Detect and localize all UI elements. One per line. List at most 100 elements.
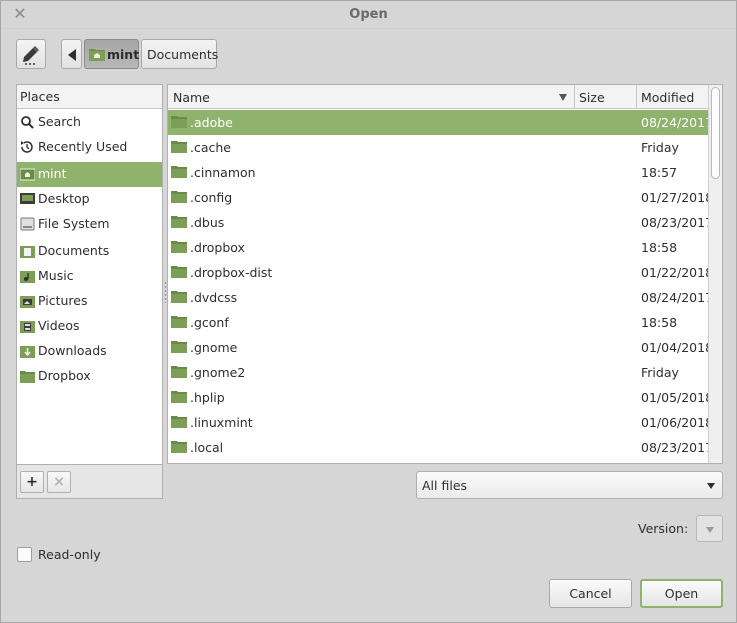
- sidebar-item-label: Search: [38, 114, 81, 129]
- sidebar-item-label: Downloads: [38, 343, 107, 358]
- sidebar-item-music[interactable]: Music: [17, 264, 162, 289]
- table-row[interactable]: .adobe 08/24/2017: [168, 110, 713, 135]
- file-modified: 08/24/2017: [641, 290, 714, 305]
- downloads-folder-icon: [20, 344, 35, 358]
- table-row[interactable]: .config 01/27/2018: [168, 185, 713, 210]
- sidebar-item-label: Desktop: [38, 191, 90, 206]
- pencil-icon: [17, 46, 45, 71]
- sidebar-item-label: Dropbox: [38, 368, 91, 383]
- sidebar-item-recently-used[interactable]: Recently Used: [17, 135, 162, 160]
- folder-icon: [171, 365, 187, 381]
- table-row[interactable]: .dropbox-dist 01/22/2018: [168, 260, 713, 285]
- file-name: .dropbox: [190, 240, 245, 255]
- sidebar-item-documents[interactable]: Documents: [17, 239, 162, 264]
- table-row[interactable]: .dvdcss 08/24/2017: [168, 285, 713, 310]
- file-name: .cache: [190, 140, 231, 155]
- chevron-down-icon: [706, 527, 714, 533]
- table-row[interactable]: .gnome 01/04/2018: [168, 335, 713, 360]
- sidebar-item-search[interactable]: Search: [17, 110, 162, 135]
- file-list-header: Name Size Modified: [168, 85, 708, 109]
- sidebar-item-label: Music: [38, 268, 74, 283]
- title-bar[interactable]: ✕ Open: [1, 1, 736, 29]
- file-name: .dropbox-dist: [190, 265, 273, 280]
- version-select[interactable]: [696, 515, 723, 542]
- sidebar-item-videos[interactable]: Videos: [17, 314, 162, 339]
- file-name: .hplip: [190, 390, 225, 405]
- documents-folder-icon: [20, 244, 35, 258]
- read-only-checkbox[interactable]: [17, 547, 32, 562]
- file-modified: Friday: [641, 140, 679, 155]
- breadcrumb-label: Documents: [147, 47, 219, 62]
- desktop-icon: [20, 192, 35, 206]
- table-row[interactable]: .hplip 01/05/2018: [168, 385, 713, 410]
- table-row[interactable]: .dropbox 18:58: [168, 235, 708, 260]
- sort-descending-icon: [559, 94, 567, 101]
- file-modified: 08/23/2017: [641, 215, 714, 230]
- sidebar-item-dropbox[interactable]: Dropbox: [17, 364, 162, 389]
- file-list-scrollbar[interactable]: [708, 85, 722, 463]
- breadcrumb-mint[interactable]: mint: [84, 39, 139, 69]
- drive-icon: [20, 217, 35, 231]
- column-divider: [636, 85, 637, 109]
- file-modified: 18:57: [641, 165, 678, 180]
- file-name: .linuxmint: [190, 415, 253, 430]
- videos-folder-icon: [20, 319, 35, 333]
- type-location-button[interactable]: [16, 39, 46, 69]
- cancel-button[interactable]: Cancel: [549, 579, 632, 608]
- folder-icon: [171, 190, 187, 206]
- scrollbar-thumb[interactable]: [711, 87, 720, 179]
- path-back-button[interactable]: [61, 39, 82, 69]
- file-modified: 18:58: [641, 240, 678, 255]
- table-row[interactable]: .gnome2 Friday: [168, 360, 708, 385]
- breadcrumb-documents[interactable]: Documents: [141, 39, 219, 69]
- sidebar-item-label: Pictures: [38, 293, 88, 308]
- places-toolbar: + ×: [16, 465, 163, 499]
- folder-icon: [171, 440, 187, 456]
- table-row[interactable]: .cache Friday: [168, 135, 708, 160]
- music-folder-icon: [20, 269, 35, 283]
- folder-icon: [171, 415, 187, 431]
- open-button[interactable]: Open: [640, 579, 723, 608]
- file-name: .gnome2: [190, 365, 246, 380]
- sidebar-item-file-system[interactable]: File System: [17, 212, 162, 237]
- table-row[interactable]: .gconf 18:58: [168, 310, 708, 335]
- file-name: .cinnamon: [190, 165, 256, 180]
- table-row[interactable]: .cinnamon 18:57: [168, 160, 708, 185]
- folder-icon: [171, 165, 187, 181]
- sidebar-item-downloads[interactable]: Downloads: [17, 339, 162, 364]
- sidebar-item-desktop[interactable]: Desktop: [17, 187, 162, 212]
- column-header-size[interactable]: Size: [579, 90, 605, 105]
- home-folder-icon: [20, 167, 35, 181]
- file-name: .gconf: [190, 315, 229, 330]
- recent-icon: [20, 140, 35, 154]
- folder-icon: [171, 265, 187, 281]
- folder-icon: [171, 215, 187, 231]
- breadcrumb-label: mint: [107, 47, 140, 62]
- chevron-down-icon: [707, 483, 715, 489]
- folder-icon: [171, 290, 187, 306]
- folder-icon: [171, 140, 187, 156]
- places-header: Places: [17, 85, 162, 109]
- file-modified: 01/06/2018: [641, 415, 714, 430]
- table-row[interactable]: .local 08/23/2017: [168, 435, 713, 460]
- add-bookmark-button[interactable]: +: [20, 471, 44, 493]
- file-modified: 18:58: [641, 315, 678, 330]
- file-name: .local: [190, 440, 224, 455]
- table-row[interactable]: .linuxmint 01/06/2018: [168, 410, 713, 435]
- folder-icon: [20, 369, 35, 383]
- column-header-name[interactable]: Name: [173, 90, 210, 105]
- sidebar-item-pictures[interactable]: Pictures: [17, 289, 162, 314]
- table-row[interactable]: .dbus 08/23/2017: [168, 210, 713, 235]
- file-type-filter[interactable]: All files: [416, 471, 723, 499]
- file-name: .config: [190, 190, 233, 205]
- file-modified: 08/24/2017: [641, 115, 714, 130]
- sidebar-item-mint[interactable]: mint: [17, 162, 162, 187]
- read-only-label: Read-only: [38, 547, 101, 562]
- window-title: Open: [349, 7, 388, 22]
- column-header-modified[interactable]: Modified: [641, 90, 694, 105]
- search-icon: [20, 115, 35, 129]
- open-dialog: ✕ Open mint Documents Places Search Rece…: [0, 0, 737, 623]
- remove-bookmark-button[interactable]: ×: [47, 471, 71, 493]
- file-name: .adobe: [190, 115, 233, 130]
- file-modified: 01/22/2018: [641, 265, 714, 280]
